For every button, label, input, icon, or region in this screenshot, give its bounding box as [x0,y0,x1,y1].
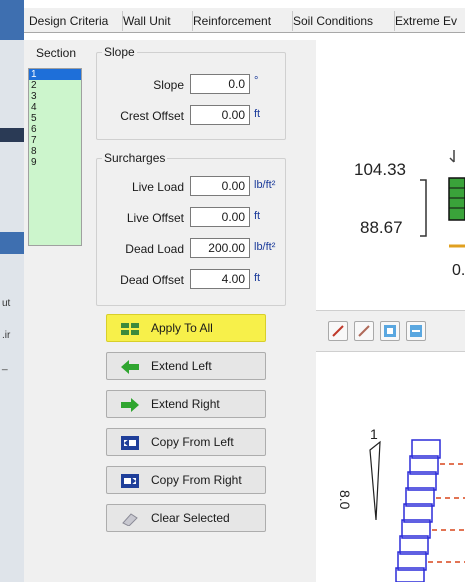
dead-load-label: Dead Load [125,242,184,256]
live-load-input[interactable]: 0.00 [190,176,250,196]
background-window-strip: ut .ir _ [0,0,24,582]
section-item-7[interactable]: 7 [29,135,81,146]
slope-label: Slope [153,78,184,92]
dead-offset-unit: ft [254,272,261,284]
clear-selected-button[interactable]: Clear Selected [106,504,266,532]
section-item-9[interactable]: 9 [29,157,81,168]
apply-all-icon [121,323,139,335]
section-item-3[interactable]: 3 [29,91,81,102]
dead-load-unit: lb/ft² [254,241,276,253]
extend-right-label: Extend Right [151,397,220,411]
slope-input[interactable]: 0.0 [190,74,250,94]
clear-selected-label: Clear Selected [151,511,230,525]
copy-from-left-button[interactable]: Copy From Left [106,428,266,456]
section-item-2[interactable]: 2 [29,80,81,91]
tab-extreme-events[interactable]: Extreme Ev [392,11,465,31]
wall-section-drawing [369,439,465,582]
live-offset-input[interactable]: 0.00 [190,207,250,227]
copy-right-icon [121,474,139,488]
tab-soil-conditions[interactable]: Soil Conditions [290,11,395,31]
measure-icon [332,325,344,337]
tab-wall-unit[interactable]: Wall Unit [120,11,193,31]
extend-left-label: Extend Left [151,359,212,373]
preview-toolbar [316,310,465,352]
copy-from-right-button[interactable]: Copy From Right [106,466,266,494]
eraser-icon [122,513,138,526]
section-list-empty-area [29,168,81,245]
surcharges-group-title: Surcharges [102,151,168,165]
tool-button-2[interactable] [354,321,374,341]
slope-group-title: Slope [102,45,137,59]
crest-offset-unit: ft [254,108,261,120]
tool-button-3[interactable] [380,321,400,341]
wall-elevation-sketch [420,150,465,248]
section-header: Section [35,46,77,60]
dead-offset-label: Dead Offset [120,273,184,287]
live-load-unit: lb/ft² [254,179,276,191]
section-item-4[interactable]: 4 [29,102,81,113]
edit-icon [358,325,370,337]
tool-button-1[interactable] [328,321,348,341]
live-offset-unit: ft [254,210,261,222]
extend-left-button[interactable]: Extend Left [106,352,266,380]
apply-to-all-button[interactable]: Apply To All [106,314,266,342]
tab-bar: Design Criteria Wall Unit Reinforcement … [24,8,465,33]
slope-unit: ° [254,75,259,87]
crest-offset-label: Crest Offset [120,109,184,123]
slope-group [96,52,286,140]
arrow-right-icon [121,398,139,412]
tab-design-criteria[interactable]: Design Criteria [26,11,123,31]
fit-width-icon [410,325,422,337]
dead-offset-input[interactable]: 4.00 [190,269,250,289]
section-item-6[interactable]: 6 [29,124,81,135]
section-item-8[interactable]: 8 [29,146,81,157]
live-load-label: Live Load [131,180,184,194]
copy-left-icon [121,436,139,450]
live-offset-label: Live Offset [126,211,184,225]
tab-reinforcement[interactable]: Reinforcement [190,11,293,31]
apply-to-all-label: Apply To All [151,321,213,335]
dead-load-input[interactable]: 200.00 [190,238,250,258]
tool-button-4[interactable] [406,321,426,341]
copy-from-left-label: Copy From Left [151,435,234,449]
arrow-left-icon [121,360,139,374]
copy-from-right-label: Copy From Right [151,473,242,487]
section-list[interactable]: 1 2 3 4 5 6 7 8 9 [28,68,82,246]
extend-right-button[interactable]: Extend Right [106,390,266,418]
section-item-5[interactable]: 5 [29,113,81,124]
section-item-1[interactable]: 1 [29,69,81,80]
zoom-extents-icon [384,325,396,337]
crest-offset-input[interactable]: 0.00 [190,105,250,125]
